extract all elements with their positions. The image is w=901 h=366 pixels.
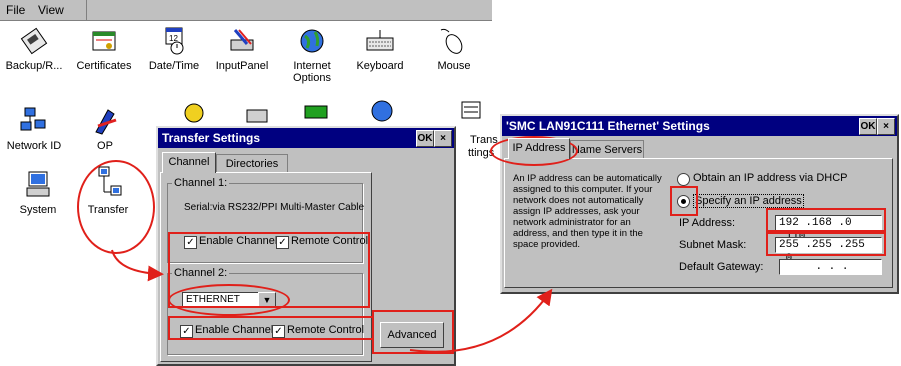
tab-ip-address[interactable]: IP Address [508,138,570,159]
tab-channel[interactable]: Channel [162,152,216,173]
arrow-transfer-to-channel2 [111,249,164,282]
arrow-advanced-to-ethernet [409,288,553,353]
annotation-arrows [111,249,553,353]
